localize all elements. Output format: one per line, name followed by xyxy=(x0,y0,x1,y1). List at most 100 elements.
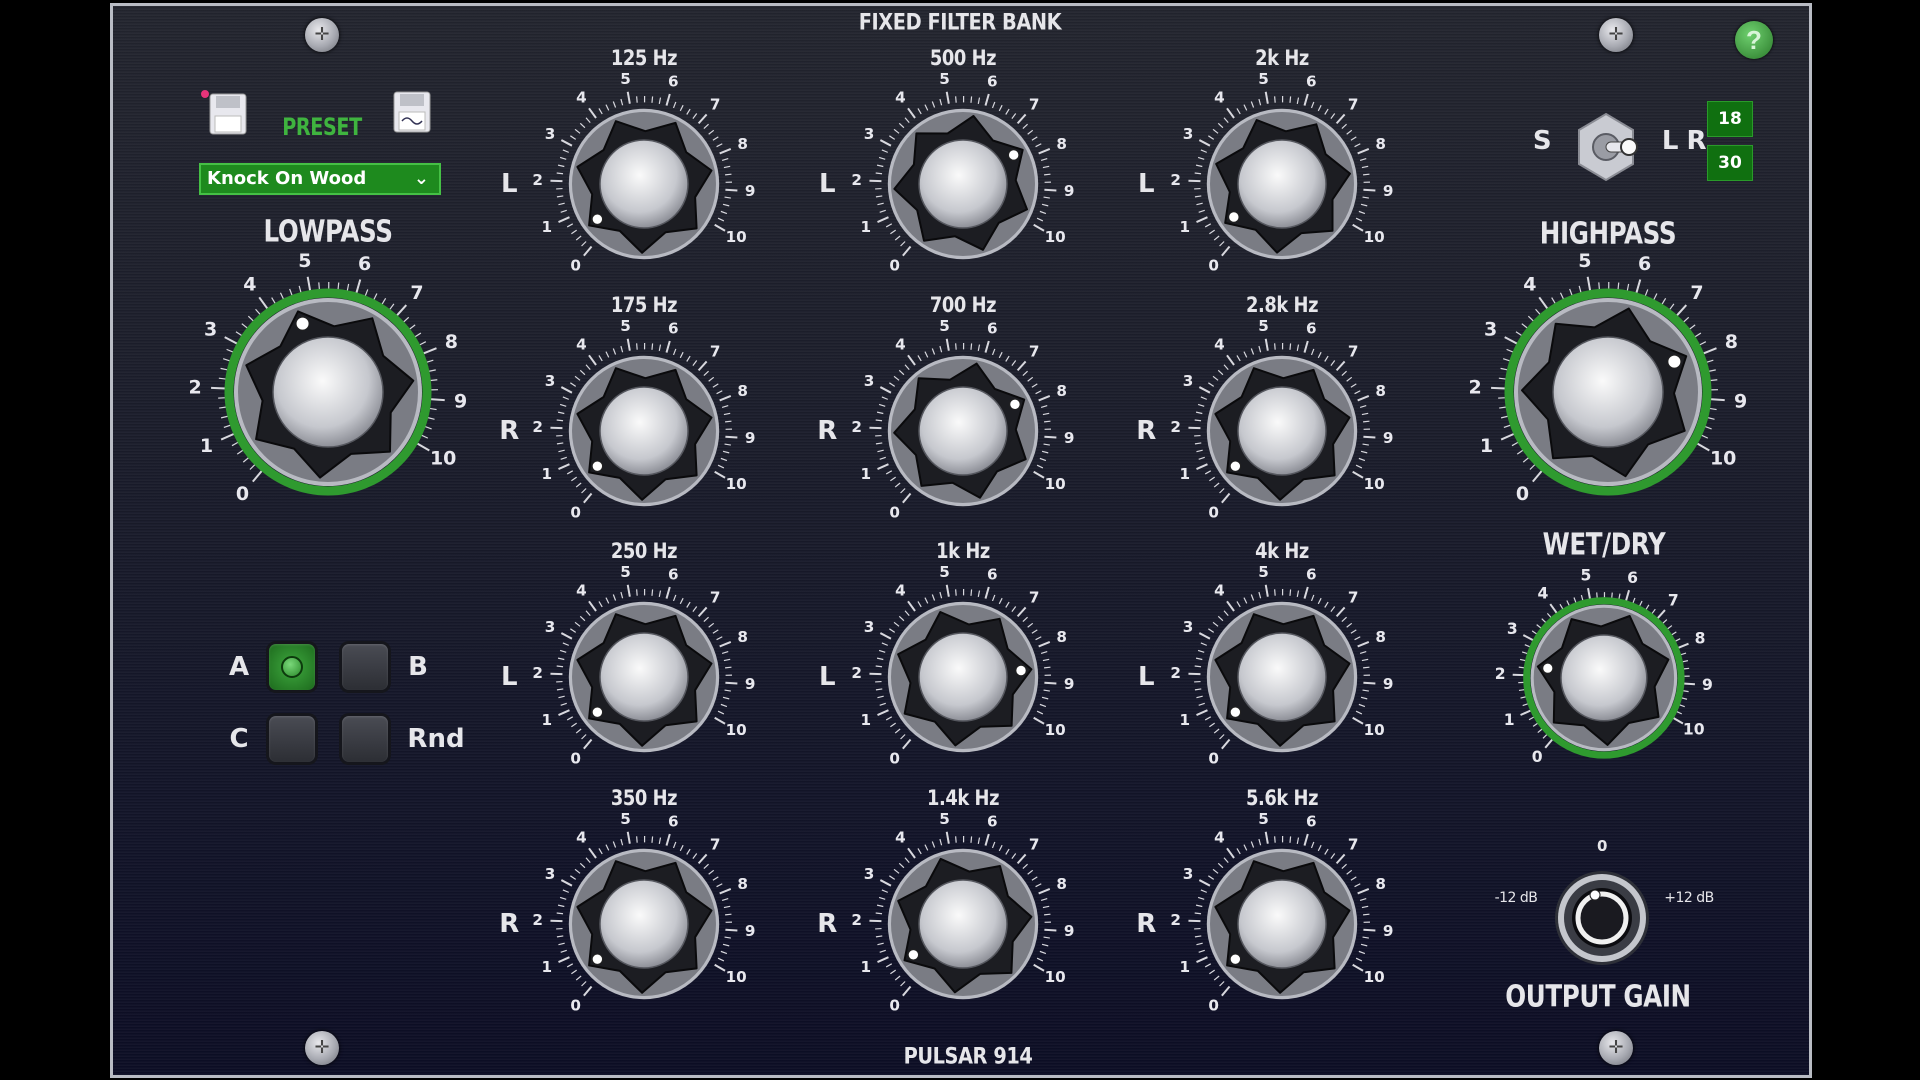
band-knob-2[interactable]: 0 1 2 3 4 5 6 7 8 9 10 xyxy=(520,553,768,801)
tick-mark xyxy=(1243,597,1248,604)
tick-mark xyxy=(562,642,570,646)
tick-mark xyxy=(1360,203,1368,207)
tick-mark xyxy=(931,348,936,355)
save-preset-floppy-disk-icon[interactable] xyxy=(392,90,432,134)
tick-mark xyxy=(559,403,567,407)
tick-mark xyxy=(1197,896,1205,900)
tick-mark xyxy=(1195,411,1203,415)
slot-c-button[interactable] xyxy=(269,716,315,762)
tick-mark xyxy=(1208,135,1215,140)
band-knob-6[interactable]: 0 1 2 3 4 5 6 7 8 9 10 xyxy=(839,553,1087,801)
tick-mark xyxy=(1200,889,1208,893)
tick-mark xyxy=(723,412,731,416)
tick-mark xyxy=(1044,913,1051,916)
lowpass-knob[interactable]: 0 1 2 3 4 5 6 7 8 9 10 xyxy=(173,237,483,547)
tick-mark xyxy=(1213,975,1220,981)
band-knob-5[interactable]: 0 1 2 3 4 5 6 7 8 9 10 xyxy=(839,307,1087,555)
scale-number: 3 xyxy=(545,125,556,143)
band-freq-label: 250 Hz xyxy=(610,539,678,563)
band-knob-4[interactable]: 0 1 2 3 4 5 6 7 8 9 10 xyxy=(839,60,1087,308)
tick-mark xyxy=(725,435,738,439)
help-button[interactable]: ? xyxy=(1735,21,1773,59)
tick-mark xyxy=(1016,113,1027,125)
tick-mark xyxy=(984,340,990,353)
scale-number: 5 xyxy=(939,317,950,335)
band-knob-8[interactable]: 0 1 2 3 4 5 6 7 8 9 10 xyxy=(1158,60,1406,308)
band-knob-1[interactable]: 0 1 2 3 4 5 6 7 8 9 10 xyxy=(520,307,768,555)
tick-mark xyxy=(579,369,586,376)
band-knob-9[interactable]: 0 1 2 3 4 5 6 7 8 9 10 xyxy=(1158,307,1406,555)
scale-number: 6 xyxy=(987,566,998,584)
tick-mark xyxy=(672,841,677,849)
scale-number: 3 xyxy=(545,372,556,390)
tick-mark xyxy=(1194,419,1202,422)
output-gain-knob[interactable] xyxy=(1552,868,1652,968)
band-knob-10[interactable]: 0 1 2 3 4 5 6 7 8 9 10 xyxy=(1158,553,1406,801)
scale-number: 9 xyxy=(1064,675,1075,693)
tick-mark xyxy=(879,456,886,460)
tick-mark xyxy=(571,969,578,975)
band-knob-7[interactable]: 0 1 2 3 4 5 6 7 8 9 10 xyxy=(839,800,1087,1048)
tick-mark xyxy=(571,229,578,235)
tick-mark xyxy=(581,488,587,494)
load-preset-floppy-disk-icon[interactable] xyxy=(208,92,248,136)
preset-modified-dot-icon xyxy=(201,90,209,98)
band-knob-0[interactable]: 0 1 2 3 4 5 6 7 8 9 10 xyxy=(520,60,768,308)
preset-dropdown[interactable]: Knock On Wood ⌄ xyxy=(199,163,441,195)
tick-mark xyxy=(945,831,950,844)
tick-mark xyxy=(890,476,897,482)
tick-mark xyxy=(1221,492,1231,504)
tick-mark xyxy=(1310,348,1315,356)
randomize-button[interactable] xyxy=(342,716,388,762)
tick-mark xyxy=(900,488,906,494)
tick-mark xyxy=(562,149,570,153)
band-channel-label: L xyxy=(1137,662,1155,692)
tick-mark xyxy=(725,666,732,669)
tick-mark xyxy=(1358,457,1366,462)
tick-mark xyxy=(1044,188,1057,192)
tick-mark xyxy=(560,139,573,147)
tick-mark xyxy=(598,108,603,115)
tick-mark xyxy=(1005,108,1010,115)
tick-mark xyxy=(566,963,574,968)
tick-mark xyxy=(1346,129,1353,135)
tick-mark xyxy=(924,104,929,111)
tick-mark xyxy=(991,348,996,356)
tick-mark xyxy=(714,963,726,972)
channel-count-badge-bottom[interactable]: 30 xyxy=(1707,145,1753,181)
tick-mark xyxy=(1198,456,1205,460)
tick-mark xyxy=(1022,370,1028,376)
tick-mark xyxy=(875,195,883,198)
slot-a-button[interactable] xyxy=(269,644,315,690)
stereo-mode-toggle-switch[interactable] xyxy=(1571,112,1641,182)
slot-b-button[interactable] xyxy=(342,644,388,690)
tick-mark xyxy=(1709,398,1725,402)
wetdry-knob[interactable]: 0 1 2 3 4 5 6 7 8 9 10 xyxy=(1483,557,1725,799)
scale-number: 5 xyxy=(1581,567,1592,585)
tick-mark xyxy=(588,354,597,366)
scale-number: 0 xyxy=(889,749,900,767)
tick-mark xyxy=(1258,591,1262,599)
tick-mark xyxy=(877,202,884,206)
highpass-knob[interactable]: 0 1 2 3 4 5 6 7 8 9 10 xyxy=(1453,237,1763,547)
tick-mark xyxy=(1016,360,1027,372)
tick-mark xyxy=(612,101,617,108)
scale-number: 5 xyxy=(939,563,950,581)
tick-mark xyxy=(984,833,990,846)
scale-number: 7 xyxy=(1029,589,1040,607)
tick-mark xyxy=(1213,482,1220,488)
scale-number: 8 xyxy=(1375,875,1386,893)
channel-count-badge-top[interactable]: 18 xyxy=(1707,101,1753,137)
band-freq-label: 1.4k Hz xyxy=(926,786,1000,810)
scale-number: 4 xyxy=(1538,585,1549,603)
tick-mark xyxy=(877,942,884,946)
band-knob-11[interactable]: 0 1 2 3 4 5 6 7 8 9 10 xyxy=(1158,800,1406,1048)
scale-number: 10 xyxy=(1045,475,1066,493)
tick-mark xyxy=(898,862,905,869)
tick-mark xyxy=(1005,601,1010,608)
tick-mark xyxy=(875,665,883,668)
scale-number: 5 xyxy=(620,70,631,88)
scale-number: 10 xyxy=(430,448,456,470)
scale-number: 8 xyxy=(1375,382,1386,400)
band-knob-3[interactable]: 0 1 2 3 4 5 6 7 8 9 10 xyxy=(520,800,768,1048)
